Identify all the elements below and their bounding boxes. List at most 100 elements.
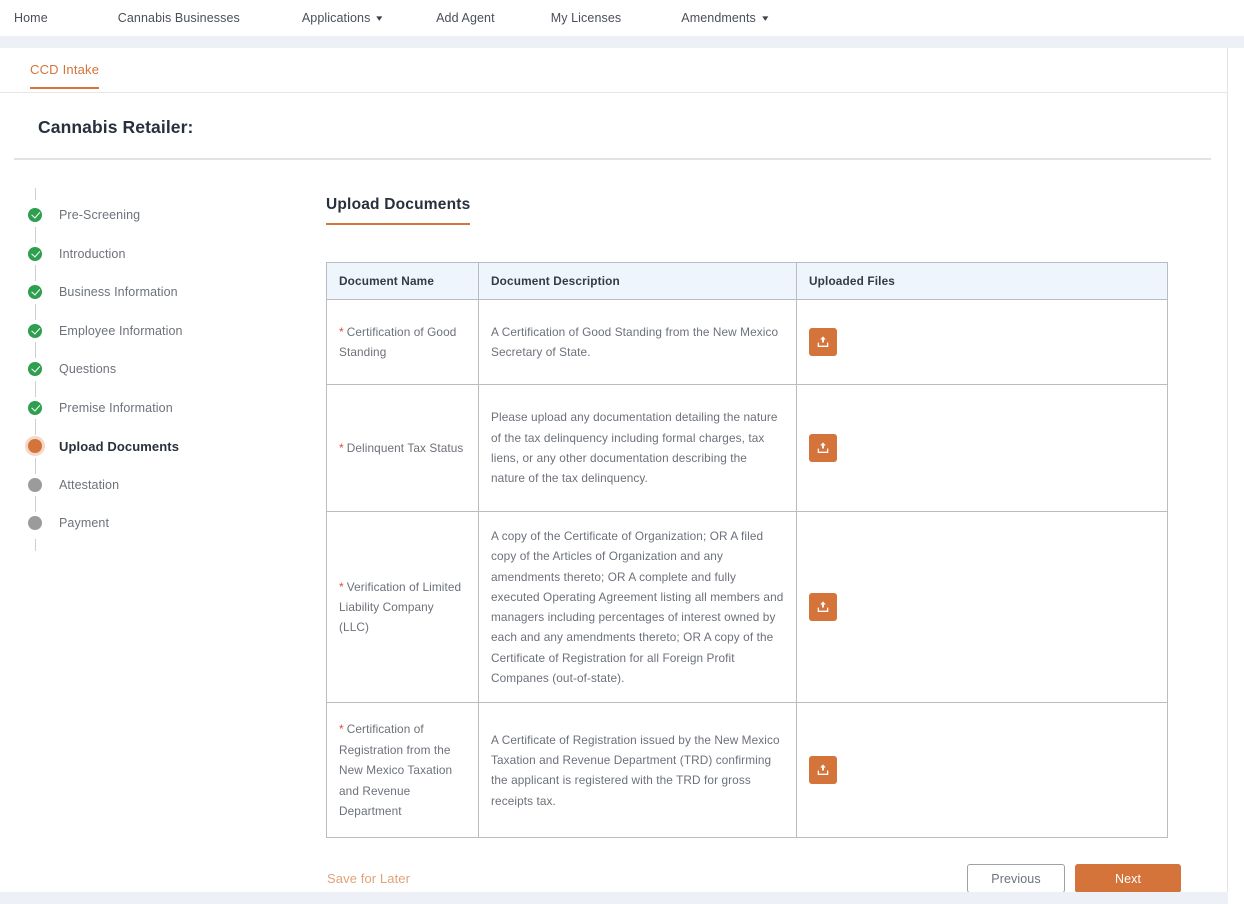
save-for-later-link[interactable]: Save for Later <box>326 871 410 886</box>
tab-label: CCD Intake <box>30 62 100 77</box>
sidebar-item-label: Pre-Screening <box>59 208 141 223</box>
page-title-area: Cannabis Retailer: <box>0 93 1227 158</box>
main-panel: Upload Documents Document Name Document … <box>326 196 1227 894</box>
pending-step-icon <box>28 477 42 492</box>
previous-button[interactable]: Previous <box>967 864 1065 894</box>
pending-step-icon <box>28 516 42 531</box>
upload-button[interactable] <box>809 756 837 785</box>
required-marker: * <box>339 722 344 737</box>
nav-item-label: Amendments <box>681 11 756 25</box>
column-header-document-description: Document Description <box>478 262 797 300</box>
check-circle-icon <box>28 246 42 261</box>
sidebar-item-attestation[interactable]: Attestation <box>22 457 326 512</box>
content-card: CCD Intake Cannabis Retailer: Pre-Screen… <box>0 48 1228 904</box>
document-name-text: Verification of Limited Liability Compan… <box>339 579 462 635</box>
sidebar-item-introduction[interactable]: Introduction <box>22 226 326 281</box>
nav-item-add-agent[interactable]: Add Agent <box>436 11 495 25</box>
table-header-row: Document Name Document Description Uploa… <box>326 262 1168 300</box>
upload-button[interactable] <box>809 328 837 356</box>
next-button[interactable]: Next <box>1075 864 1181 894</box>
sidebar-item-premise-information[interactable]: Premise Information <box>22 380 326 435</box>
column-header-document-name: Document Name <box>326 262 479 300</box>
footer-button-group: Previous Next <box>967 864 1181 894</box>
nav-item-my-licenses[interactable]: My Licenses <box>551 11 622 25</box>
cell-uploaded-files <box>796 702 1168 839</box>
page-body: Pre-Screening Introduction Business Info… <box>0 160 1227 894</box>
sidebar-item-payment[interactable]: Payment <box>22 496 326 551</box>
tab-ccd-intake[interactable]: CCD Intake <box>30 62 100 89</box>
nav-item-cannabis-businesses[interactable]: Cannabis Businesses <box>118 11 240 25</box>
cell-document-description: A Certificate of Registration issued by … <box>478 702 797 839</box>
cell-document-description: A Certification of Good Standing from th… <box>478 299 797 385</box>
required-marker: * <box>339 579 344 594</box>
bottom-separator-band <box>0 892 1228 904</box>
nav-separator-band <box>0 36 1244 48</box>
check-circle-icon <box>28 208 42 223</box>
step-rail <box>34 380 36 393</box>
sidebar-item-business-information[interactable]: Business Information <box>22 265 326 320</box>
check-circle-icon <box>28 362 42 377</box>
step-rail <box>34 457 36 470</box>
section-title: Upload Documents <box>326 196 471 225</box>
step-rail <box>34 496 36 508</box>
cell-document-description: A copy of the Certificate of Organizatio… <box>478 510 797 704</box>
upload-icon <box>817 336 829 347</box>
check-circle-icon <box>28 400 42 415</box>
document-name-text: Certification of Good Standing <box>339 324 457 360</box>
step-rail <box>34 342 36 354</box>
form-footer: Save for Later Previous Next <box>326 864 1181 894</box>
step-rail <box>34 226 36 239</box>
sidebar-item-label: Employee Information <box>59 323 183 338</box>
required-marker: * <box>339 324 344 339</box>
sidebar-item-label: Premise Information <box>59 400 173 415</box>
step-rail <box>34 419 36 431</box>
top-navigation-bar: Home Cannabis Businesses Applications ▾ … <box>0 0 1244 36</box>
nav-item-label: Add Agent <box>436 11 495 25</box>
upload-button[interactable] <box>809 434 837 462</box>
cell-document-description: Please upload any documentation detailin… <box>478 384 797 512</box>
sidebar-item-pre-screening[interactable]: Pre-Screening <box>22 188 326 243</box>
step-rail <box>34 265 36 277</box>
sidebar-item-upload-documents[interactable]: Upload Documents <box>22 419 326 474</box>
table-row: * Delinquent Tax Status Please upload any… <box>326 384 1168 512</box>
check-circle-icon <box>28 285 42 300</box>
cell-uploaded-files <box>796 299 1168 385</box>
sidebar-item-label: Questions <box>59 362 117 377</box>
upload-icon <box>817 764 829 776</box>
table-row: * Certification of Good Standing A Certif… <box>326 299 1168 385</box>
document-name-text: Delinquent Tax Status <box>346 440 464 455</box>
document-name-text: Certification of Registration from the N… <box>339 722 453 818</box>
upload-icon <box>817 442 829 453</box>
cell-document-name: * Delinquent Tax Status <box>326 384 479 512</box>
sidebar-item-label: Upload Documents <box>59 438 180 454</box>
nav-item-home[interactable]: Home <box>14 11 48 25</box>
nav-item-amendments[interactable]: Amendments ▾ <box>681 11 769 25</box>
step-rail <box>34 538 36 551</box>
step-rail <box>34 303 36 316</box>
upload-button[interactable] <box>809 593 837 622</box>
tab-strip: CCD Intake <box>0 48 1227 93</box>
upload-icon <box>817 601 829 613</box>
sidebar-item-employee-information[interactable]: Employee Information <box>22 303 326 358</box>
cell-uploaded-files <box>796 384 1168 512</box>
check-circle-icon <box>28 323 42 338</box>
page-title: Cannabis Retailer: <box>38 117 194 137</box>
cell-uploaded-files <box>796 510 1168 704</box>
table-row: * Certification of Registration from the … <box>326 702 1168 839</box>
sidebar-item-label: Introduction <box>59 246 126 261</box>
current-step-icon <box>28 439 42 454</box>
nav-item-label: Applications <box>301 11 371 25</box>
cell-document-name: * Certification of Registration from the … <box>326 702 479 839</box>
column-header-uploaded-files: Uploaded Files <box>796 262 1168 300</box>
nav-item-applications[interactable]: Applications ▾ <box>301 11 383 25</box>
cell-document-name: * Verification of Limited Liability Compa… <box>326 510 479 704</box>
nav-item-label: Cannabis Businesses <box>117 11 240 25</box>
application-stepper: Pre-Screening Introduction Business Info… <box>0 188 326 893</box>
sidebar-item-label: Business Information <box>59 285 178 300</box>
upload-documents-table: Document Name Document Description Uploa… <box>326 262 1168 839</box>
required-marker: * <box>339 440 344 455</box>
nav-item-label: My Licenses <box>550 11 622 25</box>
sidebar-item-questions[interactable]: Questions <box>22 342 326 397</box>
chevron-down-icon: ▾ <box>762 12 769 23</box>
sidebar-item-label: Payment <box>59 516 110 531</box>
